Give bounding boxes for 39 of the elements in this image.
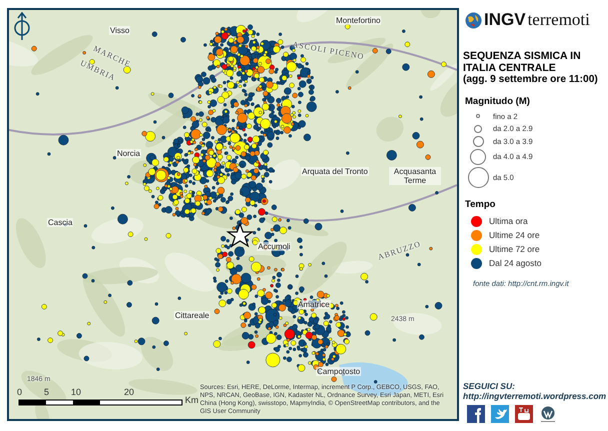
region-label: ASCOLI PICENO xyxy=(292,40,365,62)
place-label: Visso xyxy=(109,26,130,35)
facebook-icon[interactable] xyxy=(467,405,485,423)
scale-tick-label: 10 xyxy=(71,387,82,397)
scale-tick-label: 5 xyxy=(44,387,50,397)
place-label: Norcia xyxy=(116,149,142,158)
follow-label: SEGUICI SU: xyxy=(463,381,516,391)
legend-title: Tempo xyxy=(465,199,496,210)
north-arrow-icon xyxy=(14,12,30,41)
place-label: Campotosto xyxy=(316,367,362,376)
magnitude-circle-icon xyxy=(472,136,484,147)
video-icon[interactable] xyxy=(515,405,533,423)
legend-label: Ultime 24 ore xyxy=(489,230,540,240)
legend-label: Ultime 72 ore xyxy=(489,244,540,254)
logo-brand: INGV xyxy=(484,10,526,30)
update-date: (agg. 9 settembre ore 11:00) xyxy=(463,74,599,86)
globe-icon xyxy=(465,12,482,28)
scale-tick-label: 20 xyxy=(124,387,134,397)
legend-label: Ultima ora xyxy=(489,216,528,226)
legend-title: Magnitudo (M) xyxy=(465,96,531,107)
logo-product: terremoti xyxy=(528,10,590,30)
scale-tick-label: 0 xyxy=(17,387,22,397)
magnitude-circle-icon xyxy=(468,166,488,188)
place-label: Amatrice xyxy=(297,300,331,309)
legend-label: Dal 24 agosto xyxy=(489,258,542,268)
magnitude-circle-icon xyxy=(474,124,482,132)
place-label: Cascia xyxy=(47,218,74,227)
twitter-icon[interactable] xyxy=(491,405,509,423)
place-label: Montefortino xyxy=(335,16,382,25)
map-title: SEQUENZA SISMICA IN ITALIA CENTRALE xyxy=(463,50,582,74)
blog-link[interactable]: http://ingvterremoti.wordpress.com xyxy=(463,391,605,401)
place-label: Acquasanta Terme xyxy=(389,167,441,185)
magnitude-circle-icon xyxy=(470,148,486,164)
magnitude-circle-icon xyxy=(476,114,480,118)
scale-unit-label: Km xyxy=(185,395,198,405)
wordpress-icon[interactable] xyxy=(539,405,557,423)
epicenter-star-icon xyxy=(226,222,254,248)
place-label: Arquata del Tronto xyxy=(301,167,369,176)
place-label: Cittareale xyxy=(174,311,210,320)
